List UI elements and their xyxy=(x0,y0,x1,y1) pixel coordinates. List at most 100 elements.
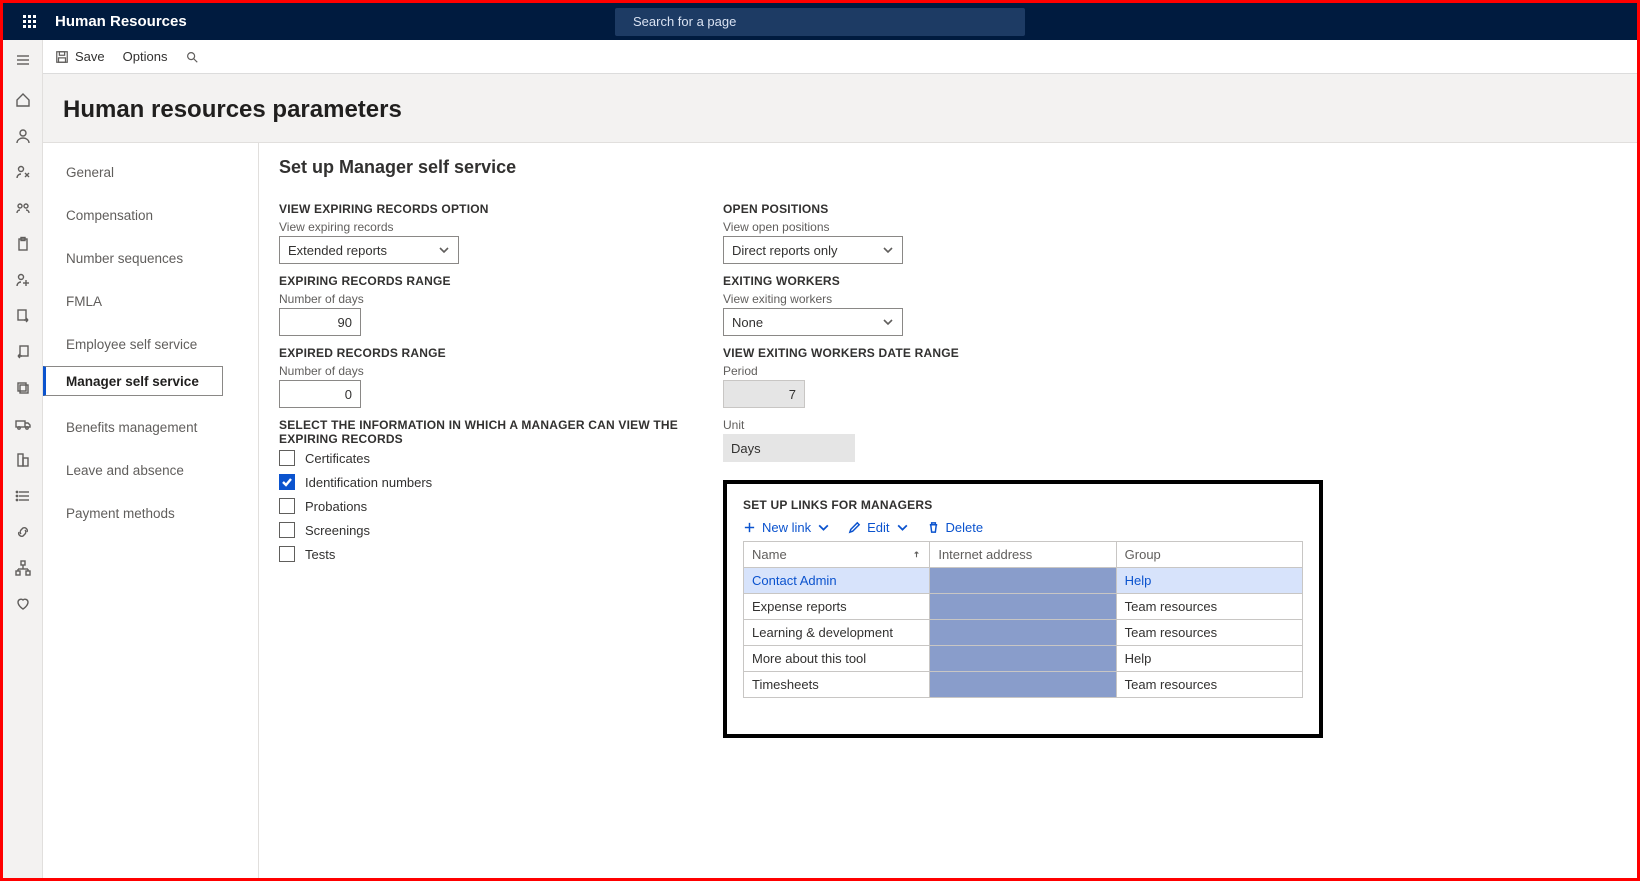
edit-button[interactable]: Edit xyxy=(848,520,908,535)
table-row[interactable]: More about this tool Help xyxy=(744,646,1303,672)
sidenav-item-manager-self-service[interactable]: Manager self service xyxy=(43,366,223,396)
content-panel: General Compensation Number sequences FM… xyxy=(43,142,1637,878)
group-expired-range: EXPIRED RECORDS RANGE xyxy=(279,346,683,360)
label-tests: Tests xyxy=(305,547,335,562)
select-unit: Days xyxy=(723,434,855,462)
table-row[interactable]: Learning & development Team resources xyxy=(744,620,1303,646)
link-icon[interactable] xyxy=(13,522,33,542)
person-plus-icon[interactable] xyxy=(13,270,33,290)
doc-arrow-right-icon[interactable] xyxy=(13,306,33,326)
checkbox-probations[interactable] xyxy=(279,498,295,514)
select-exiting-workers-value: None xyxy=(732,315,763,330)
group-exiting-date-range: VIEW EXITING WORKERS DATE RANGE xyxy=(723,346,1127,360)
label-identification-numbers: Identification numbers xyxy=(305,475,432,490)
truck-icon[interactable] xyxy=(13,414,33,434)
label-open-positions: View open positions xyxy=(723,220,1127,234)
section-nav: General Compensation Number sequences FM… xyxy=(43,143,259,878)
left-nav-rail xyxy=(3,40,43,878)
plus-icon xyxy=(743,521,756,534)
sort-asc-icon xyxy=(912,547,921,562)
label-probations: Probations xyxy=(305,499,367,514)
person-click-icon[interactable] xyxy=(13,162,33,182)
links-callout: SET UP LINKS FOR MANAGERS New link Edit xyxy=(723,480,1323,738)
sidenav-item-payment-methods[interactable]: Payment methods xyxy=(43,492,258,535)
input-expiring-days[interactable]: 90 xyxy=(279,308,361,336)
chevron-down-icon xyxy=(438,244,450,256)
chevron-down-icon xyxy=(896,521,909,534)
delete-button[interactable]: Delete xyxy=(927,520,984,535)
label-screenings: Screenings xyxy=(305,523,370,538)
group-setup-links: SET UP LINKS FOR MANAGERS xyxy=(743,498,1303,512)
col-name[interactable]: Name xyxy=(744,542,930,568)
org-icon[interactable] xyxy=(13,558,33,578)
sidenav-item-employee-self-service[interactable]: Employee self service xyxy=(43,323,258,366)
masked-cell xyxy=(930,672,1116,698)
label-view-expiring: View expiring records xyxy=(279,220,683,234)
select-view-expiring-value: Extended reports xyxy=(288,243,387,258)
global-header: Human Resources xyxy=(3,3,1637,40)
masked-cell xyxy=(930,568,1116,594)
col-address[interactable]: Internet address xyxy=(930,542,1116,568)
hamburger-icon[interactable] xyxy=(13,50,33,70)
app-launcher-button[interactable] xyxy=(11,15,47,28)
group-expiring-range: EXPIRING RECORDS RANGE xyxy=(279,274,683,288)
new-link-button[interactable]: New link xyxy=(743,520,830,535)
label-exiting-workers: View exiting workers xyxy=(723,292,1127,306)
save-label: Save xyxy=(75,49,105,64)
global-search[interactable] xyxy=(615,8,1025,36)
masked-cell xyxy=(930,620,1116,646)
heart-tag-icon[interactable] xyxy=(13,594,33,614)
pencil-icon xyxy=(848,521,861,534)
sidenav-item-fmla[interactable]: FMLA xyxy=(43,280,258,323)
links-table: Name Internet address Group Contact Admi… xyxy=(743,541,1303,698)
options-button[interactable]: Options xyxy=(123,49,168,64)
building-icon[interactable] xyxy=(13,450,33,470)
select-open-positions[interactable]: Direct reports only xyxy=(723,236,903,264)
checkbox-screenings[interactable] xyxy=(279,522,295,538)
select-exiting-workers[interactable]: None xyxy=(723,308,903,336)
form-area: Set up Manager self service VIEW EXPIRIN… xyxy=(259,143,1637,878)
chevron-down-icon xyxy=(882,244,894,256)
checkbox-identification-numbers[interactable] xyxy=(279,474,295,490)
masked-cell xyxy=(930,646,1116,672)
sidenav-item-general[interactable]: General xyxy=(43,151,258,194)
layers-icon[interactable] xyxy=(13,378,33,398)
waffle-icon xyxy=(23,15,36,28)
save-icon xyxy=(55,50,69,64)
action-bar: Save Options xyxy=(43,40,1637,74)
checkbox-tests[interactable] xyxy=(279,546,295,562)
clipboard-icon[interactable] xyxy=(13,234,33,254)
table-row[interactable]: Timesheets Team resources xyxy=(744,672,1303,698)
group-icon[interactable] xyxy=(13,198,33,218)
sidenav-item-number-sequences[interactable]: Number sequences xyxy=(43,237,258,280)
select-view-expiring[interactable]: Extended reports xyxy=(279,236,459,264)
select-open-positions-value: Direct reports only xyxy=(732,243,837,258)
trash-icon xyxy=(927,521,940,534)
search-input[interactable] xyxy=(633,14,1015,29)
chevron-down-icon xyxy=(882,316,894,328)
person-icon[interactable] xyxy=(13,126,33,146)
options-label: Options xyxy=(123,49,168,64)
group-select-info: SELECT THE INFORMATION IN WHICH A MANAGE… xyxy=(279,418,683,446)
section-title: Set up Manager self service xyxy=(279,157,1617,178)
masked-cell xyxy=(930,594,1116,620)
label-unit: Unit xyxy=(723,418,1127,432)
checkbox-certificates[interactable] xyxy=(279,450,295,466)
page-title: Human resources parameters xyxy=(43,74,1637,142)
save-button[interactable]: Save xyxy=(55,49,105,64)
sidenav-item-benefits-management[interactable]: Benefits management xyxy=(43,406,258,449)
group-open-positions: OPEN POSITIONS xyxy=(723,202,1127,216)
input-period: 7 xyxy=(723,380,805,408)
table-row[interactable]: Contact Admin Help xyxy=(744,568,1303,594)
input-expired-days[interactable]: 0 xyxy=(279,380,361,408)
search-filter-icon[interactable] xyxy=(185,50,199,64)
table-row[interactable]: Expense reports Team resources xyxy=(744,594,1303,620)
sidenav-item-compensation[interactable]: Compensation xyxy=(43,194,258,237)
home-icon[interactable] xyxy=(13,90,33,110)
sidenav-item-leave-and-absence[interactable]: Leave and absence xyxy=(43,449,258,492)
col-group[interactable]: Group xyxy=(1116,542,1302,568)
label-expiring-days: Number of days xyxy=(279,292,683,306)
doc-arrow-left-icon[interactable] xyxy=(13,342,33,362)
group-exiting-workers: EXITING WORKERS xyxy=(723,274,1127,288)
list-icon[interactable] xyxy=(13,486,33,506)
